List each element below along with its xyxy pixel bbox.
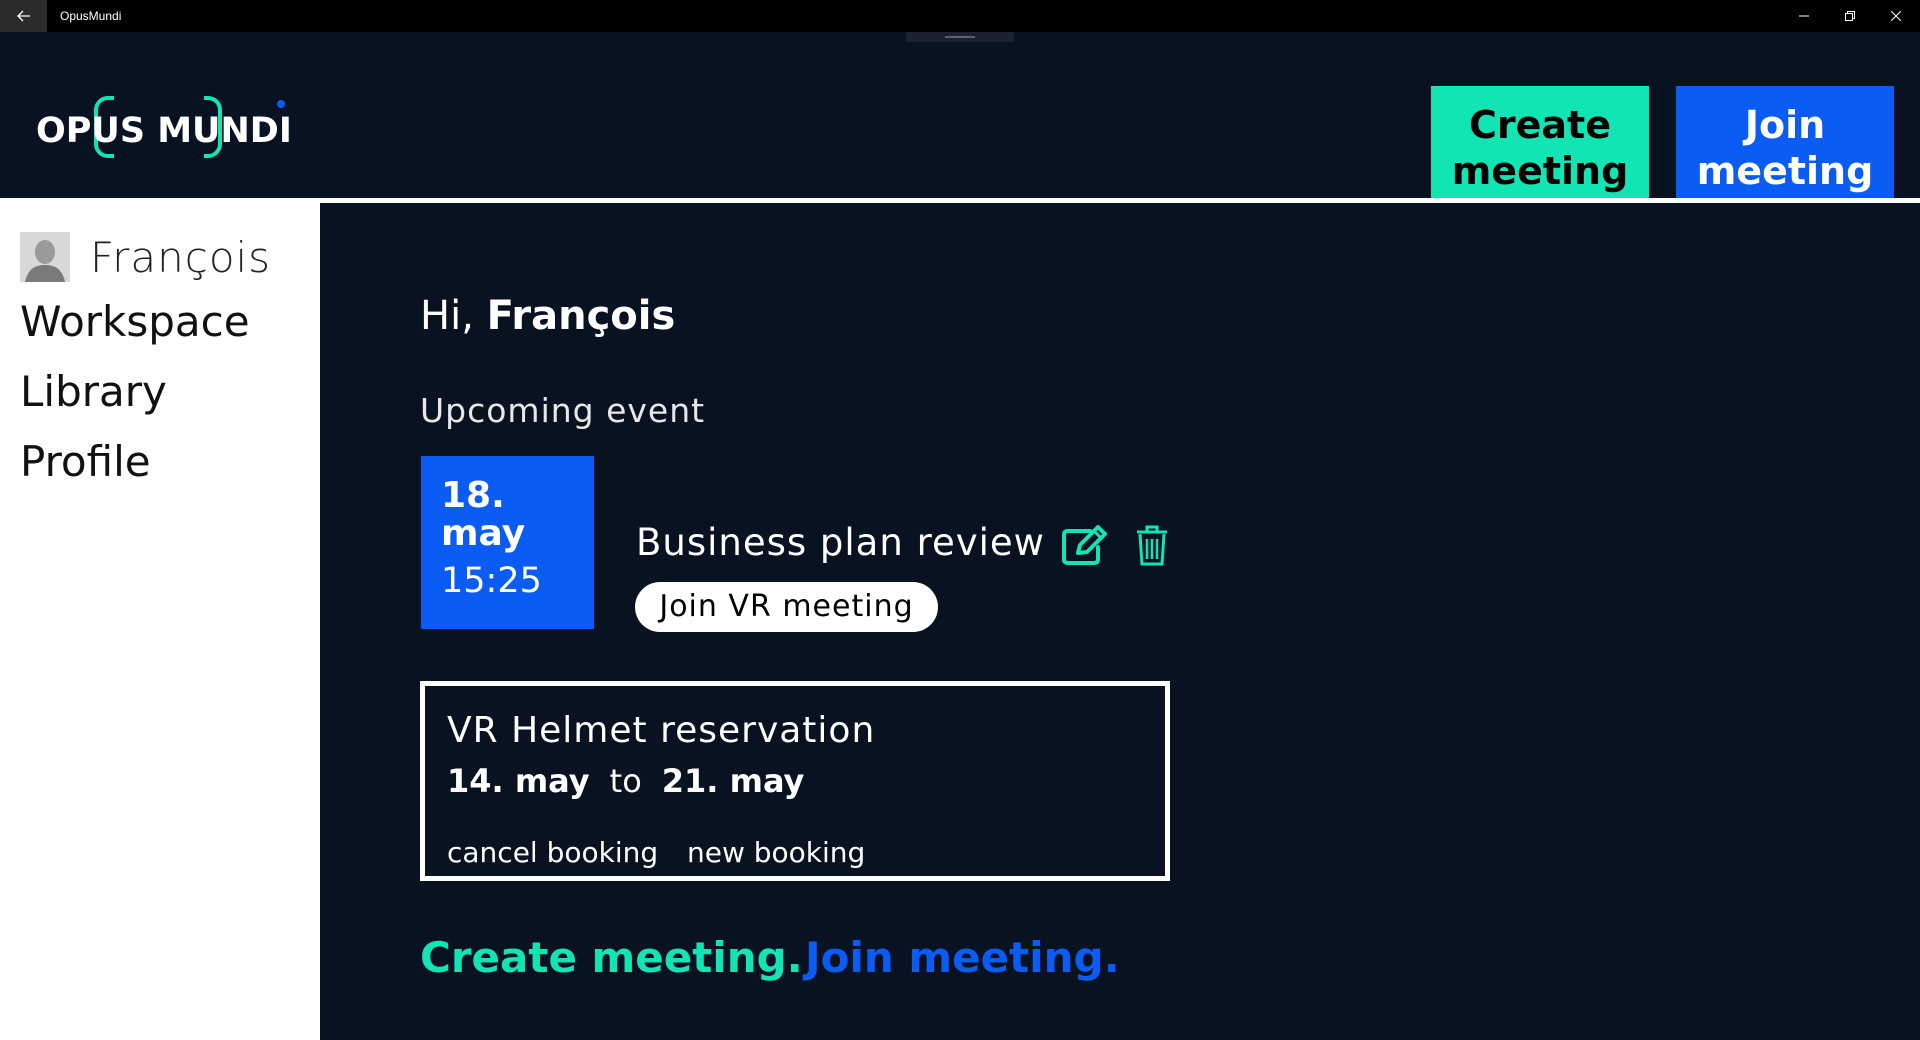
svg-text:OPUS MUNDI: OPUS MUNDI [36, 111, 292, 151]
join-meeting-button[interactable]: Join meeting [1676, 86, 1894, 209]
join-meeting-link[interactable]: Join meeting. [805, 933, 1120, 982]
nav-library[interactable]: Library [20, 367, 167, 416]
create-meeting-button[interactable]: Create meeting [1431, 86, 1649, 209]
sidebar: François Workspace Library Profile [0, 203, 320, 1040]
join-vr-meeting-button[interactable]: Join VR meeting [635, 582, 938, 632]
nav-profile[interactable]: Profile [20, 437, 151, 486]
booking-from-date: 14. may [447, 762, 590, 800]
greeting-name: François [486, 293, 676, 339]
user-avatar-icon [20, 232, 70, 282]
arrow-left-icon [16, 10, 30, 22]
trash-icon[interactable] [1135, 524, 1169, 566]
event-title: Business plan review [636, 521, 1045, 564]
window-title-bar: OpusMundi [0, 0, 1920, 32]
close-icon [1891, 11, 1901, 21]
edit-icon[interactable] [1060, 525, 1108, 567]
booking-to-date: 21. may [661, 762, 805, 800]
create-meeting-link[interactable]: Create meeting. [420, 933, 803, 982]
main-content: Hi, François Upcoming event 18. may 15:2… [320, 203, 1920, 1040]
booking-title: VR Helmet reservation [447, 710, 876, 751]
booking-to-word: to [609, 762, 642, 800]
user-name[interactable]: François [90, 233, 271, 282]
event-time: 15:25 [441, 561, 542, 601]
event-month: may [441, 513, 526, 554]
greeting-prefix: Hi, [420, 293, 487, 339]
drag-handle[interactable] [906, 32, 1014, 42]
opus-mundi-logo[interactable]: OPUS MUNDI [34, 92, 292, 192]
avatar[interactable] [20, 232, 70, 282]
new-booking-link[interactable]: new booking [687, 836, 865, 869]
restore-icon [1845, 11, 1855, 21]
event-day: 18. [441, 475, 505, 516]
window-title: OpusMundi [60, 9, 122, 23]
minimize-icon [1799, 15, 1809, 17]
vr-helmet-booking-card: VR Helmet reservation 14. may to 21. may c… [420, 681, 1170, 881]
back-button[interactable] [0, 0, 47, 32]
booking-dates: 14. may to 21. may [447, 762, 804, 800]
event-date-tile: 18. may 15:25 [421, 456, 594, 629]
greeting: Hi, François [420, 293, 675, 339]
restore-button[interactable] [1827, 0, 1873, 32]
minimize-button[interactable] [1781, 0, 1827, 32]
upcoming-event-label: Upcoming event [420, 391, 706, 430]
close-button[interactable] [1873, 0, 1919, 32]
cancel-booking-link[interactable]: cancel booking [447, 836, 658, 869]
app-header: OPUS MUNDI Create meeting Join meeting [0, 32, 1920, 209]
nav-workspace[interactable]: Workspace [20, 297, 250, 346]
